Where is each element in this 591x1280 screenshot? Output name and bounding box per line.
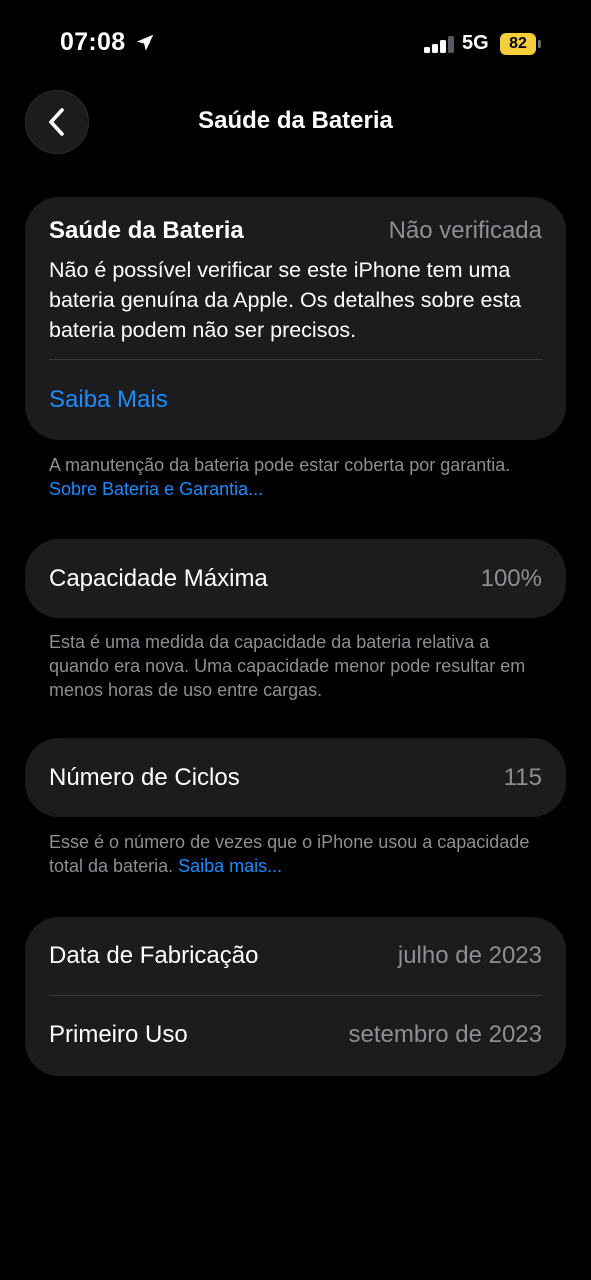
battery-health-screen: 07:08 5G 82 Saúde da Bateria Saúde da Ba… — [0, 0, 591, 1280]
page-title: Saúde da Bateria — [198, 107, 393, 134]
status-bar: 07:08 5G 82 — [0, 0, 591, 90]
battery-indicator: 82 — [500, 33, 536, 55]
location-arrow-icon — [136, 34, 154, 51]
battery-warranty-link[interactable]: Sobre Bateria e Garantia... — [49, 479, 263, 499]
health-status: Não verificada — [388, 217, 542, 244]
cycle-count-value: 115 — [503, 764, 542, 791]
battery-health-card: Saúde da Bateria Não verificada Não é po… — [25, 197, 566, 440]
health-message: Não é possível verificar se este iPhone … — [49, 258, 522, 342]
cellular-signal-icon — [424, 35, 456, 53]
manufacture-date-label: Data de Fabricação — [49, 942, 259, 969]
max-capacity-card: Capacidade Máxima 100% — [25, 539, 566, 618]
network-type: 5G — [462, 32, 489, 54]
warranty-text: A manutenção da bateria pode estar cober… — [49, 455, 511, 475]
battery-nub — [538, 40, 541, 48]
cycle-count-label: Número de Ciclos — [49, 764, 240, 791]
first-use-label: Primeiro Uso — [49, 1021, 188, 1048]
cycles-learn-more-link[interactable]: Saiba mais... — [178, 856, 282, 876]
warranty-footnote: A manutenção da bateria pode estar cober… — [49, 453, 549, 501]
divider — [49, 995, 542, 996]
cycle-count-card: Número de Ciclos 115 — [25, 738, 566, 817]
status-time: 07:08 — [60, 28, 126, 56]
cycles-footnote: Esse é o número de vezes que o iPhone us… — [49, 830, 549, 878]
learn-more-link[interactable]: Saiba Mais — [49, 386, 168, 414]
manufacture-date-value: julho de 2023 — [397, 942, 542, 969]
cycles-text: Esse é o número de vezes que o iPhone us… — [49, 832, 530, 876]
max-capacity-label: Capacidade Máxima — [49, 565, 268, 592]
max-capacity-value: 100% — [480, 565, 542, 592]
capacity-footnote: Esta é uma medida da capacidade da bater… — [49, 632, 526, 700]
first-use-value: setembro de 2023 — [348, 1021, 542, 1048]
divider — [49, 359, 542, 360]
health-label: Saúde da Bateria — [49, 217, 244, 244]
dates-card: Data de Fabricação julho de 2023 Primeir… — [25, 917, 566, 1076]
